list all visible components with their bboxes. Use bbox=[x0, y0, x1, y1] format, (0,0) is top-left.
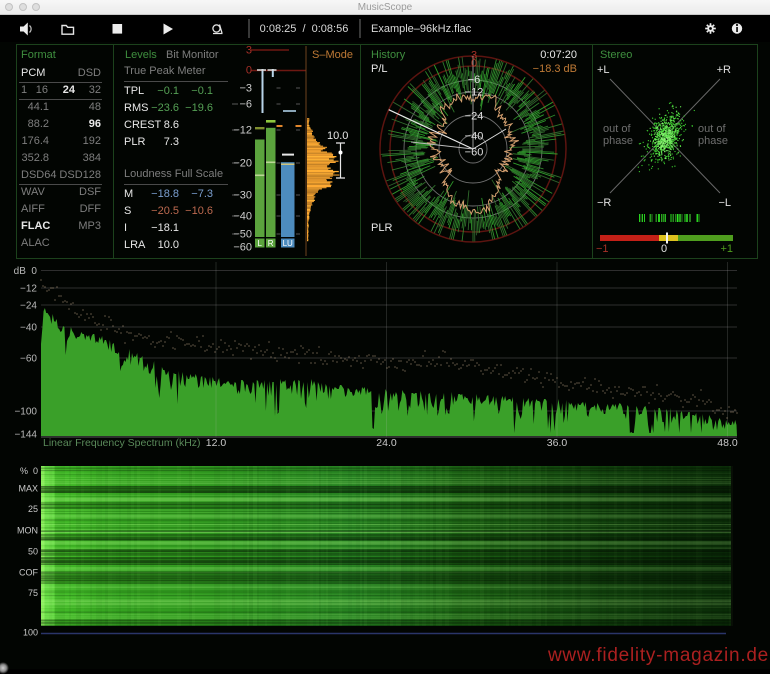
svg-text:−12: −12 bbox=[465, 87, 484, 99]
svg-text:MON: MON bbox=[17, 526, 38, 536]
svg-text:−3: −3 bbox=[239, 83, 252, 95]
svg-text:−144: −144 bbox=[14, 430, 37, 441]
svg-text:−40: −40 bbox=[233, 211, 252, 223]
svg-text:% 0: % 0 bbox=[20, 466, 38, 476]
svg-text:−24: −24 bbox=[20, 301, 37, 312]
svg-text:−12: −12 bbox=[20, 284, 37, 295]
svg-text:−24: −24 bbox=[465, 111, 484, 123]
svg-text:100: 100 bbox=[23, 628, 38, 638]
svg-text:0: 0 bbox=[471, 58, 477, 70]
svg-text:L: L bbox=[257, 239, 262, 248]
svg-text:−12: −12 bbox=[233, 125, 252, 137]
svg-text:50: 50 bbox=[28, 547, 38, 557]
svg-text:−40: −40 bbox=[465, 131, 484, 143]
svg-text:−20: −20 bbox=[233, 158, 252, 170]
svg-text:−60: −60 bbox=[465, 147, 484, 159]
svg-text:−6: −6 bbox=[468, 74, 481, 86]
svg-text:dB 0: dB 0 bbox=[14, 266, 38, 277]
svg-text:24.0: 24.0 bbox=[376, 437, 397, 449]
svg-text:−60: −60 bbox=[233, 242, 252, 254]
svg-text:MAX: MAX bbox=[18, 484, 38, 494]
svg-text:−30: −30 bbox=[233, 190, 252, 202]
svg-text:−60: −60 bbox=[20, 354, 37, 365]
svg-text:Linear Frequency Spectrum (kHz: Linear Frequency Spectrum (kHz) bbox=[43, 437, 201, 449]
svg-text:48.0: 48.0 bbox=[717, 437, 738, 449]
svg-text:LU: LU bbox=[283, 239, 293, 248]
svg-text:12.0: 12.0 bbox=[206, 437, 227, 449]
svg-text:R: R bbox=[268, 239, 274, 248]
svg-text:0: 0 bbox=[246, 65, 252, 77]
svg-text:−50: −50 bbox=[233, 229, 252, 241]
svg-text:−100: −100 bbox=[14, 407, 37, 418]
svg-text:10.0: 10.0 bbox=[327, 130, 348, 142]
svg-text:3: 3 bbox=[246, 45, 252, 57]
svg-text:−6: −6 bbox=[239, 99, 252, 111]
svg-text:COF: COF bbox=[19, 568, 39, 578]
svg-text:25: 25 bbox=[28, 504, 38, 514]
svg-text:36.0: 36.0 bbox=[547, 437, 568, 449]
svg-text:75: 75 bbox=[28, 588, 38, 598]
svg-text:−40: −40 bbox=[20, 323, 37, 334]
